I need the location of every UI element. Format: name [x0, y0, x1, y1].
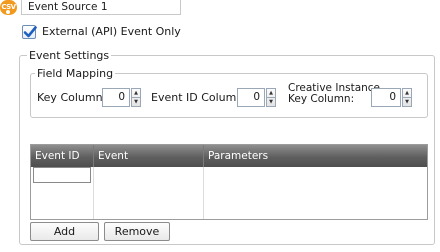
external-only-label: External (API) Event Only [42, 25, 181, 38]
checkmark-icon [23, 26, 37, 38]
spin-up-icon[interactable]: ▲ [267, 89, 275, 98]
event-id-cell-editor[interactable] [33, 167, 91, 183]
events-grid[interactable]: Event ID Event Parameters [30, 144, 428, 220]
column-header-event[interactable]: Event [93, 145, 203, 167]
add-button[interactable]: Add [30, 222, 99, 241]
key-column-input[interactable]: 0 [102, 88, 130, 107]
creative-instance-key-column-input[interactable]: 0 [371, 88, 401, 107]
event-id-column-label: Event ID Column: [151, 91, 248, 104]
grid-header: Event ID Event Parameters [31, 145, 427, 167]
event-id-column-input[interactable]: 0 [237, 88, 265, 107]
creative-instance-key-column-label: Creative Instance Key Column: [288, 83, 380, 105]
key-column-spin[interactable]: ▲ ▼ [131, 88, 141, 107]
spin-down-icon[interactable]: ▼ [132, 98, 140, 106]
key-column-label: Key Column: [37, 91, 107, 104]
spin-down-icon[interactable]: ▼ [267, 98, 275, 106]
creative-instance-key-column-stepper[interactable]: 0 ▲ ▼ [371, 88, 413, 107]
grid-new-row[interactable] [31, 145, 32, 146]
spin-down-icon[interactable]: ▼ [403, 98, 411, 106]
event-id-column-stepper[interactable]: 0 ▲ ▼ [237, 88, 277, 107]
column-divider [203, 167, 204, 219]
creative-instance-key-column-spin[interactable]: ▲ ▼ [402, 88, 412, 107]
event-id-column-spin[interactable]: ▲ ▼ [266, 88, 276, 107]
column-header-event-id[interactable]: Event ID [31, 145, 93, 167]
event-settings-legend: Event Settings [27, 49, 112, 62]
field-mapping-legend: Field Mapping [35, 67, 116, 80]
key-column-stepper[interactable]: 0 ▲ ▼ [102, 88, 142, 107]
event-source-name-field[interactable]: Event Source 1 [21, 0, 181, 15]
creative-instance-label-line2: Key Column: [288, 93, 355, 105]
column-divider [93, 167, 94, 219]
remove-button[interactable]: Remove [104, 222, 170, 241]
spin-up-icon[interactable]: ▲ [132, 89, 140, 98]
source-status-dot [6, 10, 10, 14]
column-header-parameters[interactable]: Parameters [203, 145, 427, 167]
spin-up-icon[interactable]: ▲ [403, 89, 411, 98]
csv-source-icon: CSV [0, 0, 17, 15]
external-only-checkbox[interactable] [22, 25, 37, 39]
